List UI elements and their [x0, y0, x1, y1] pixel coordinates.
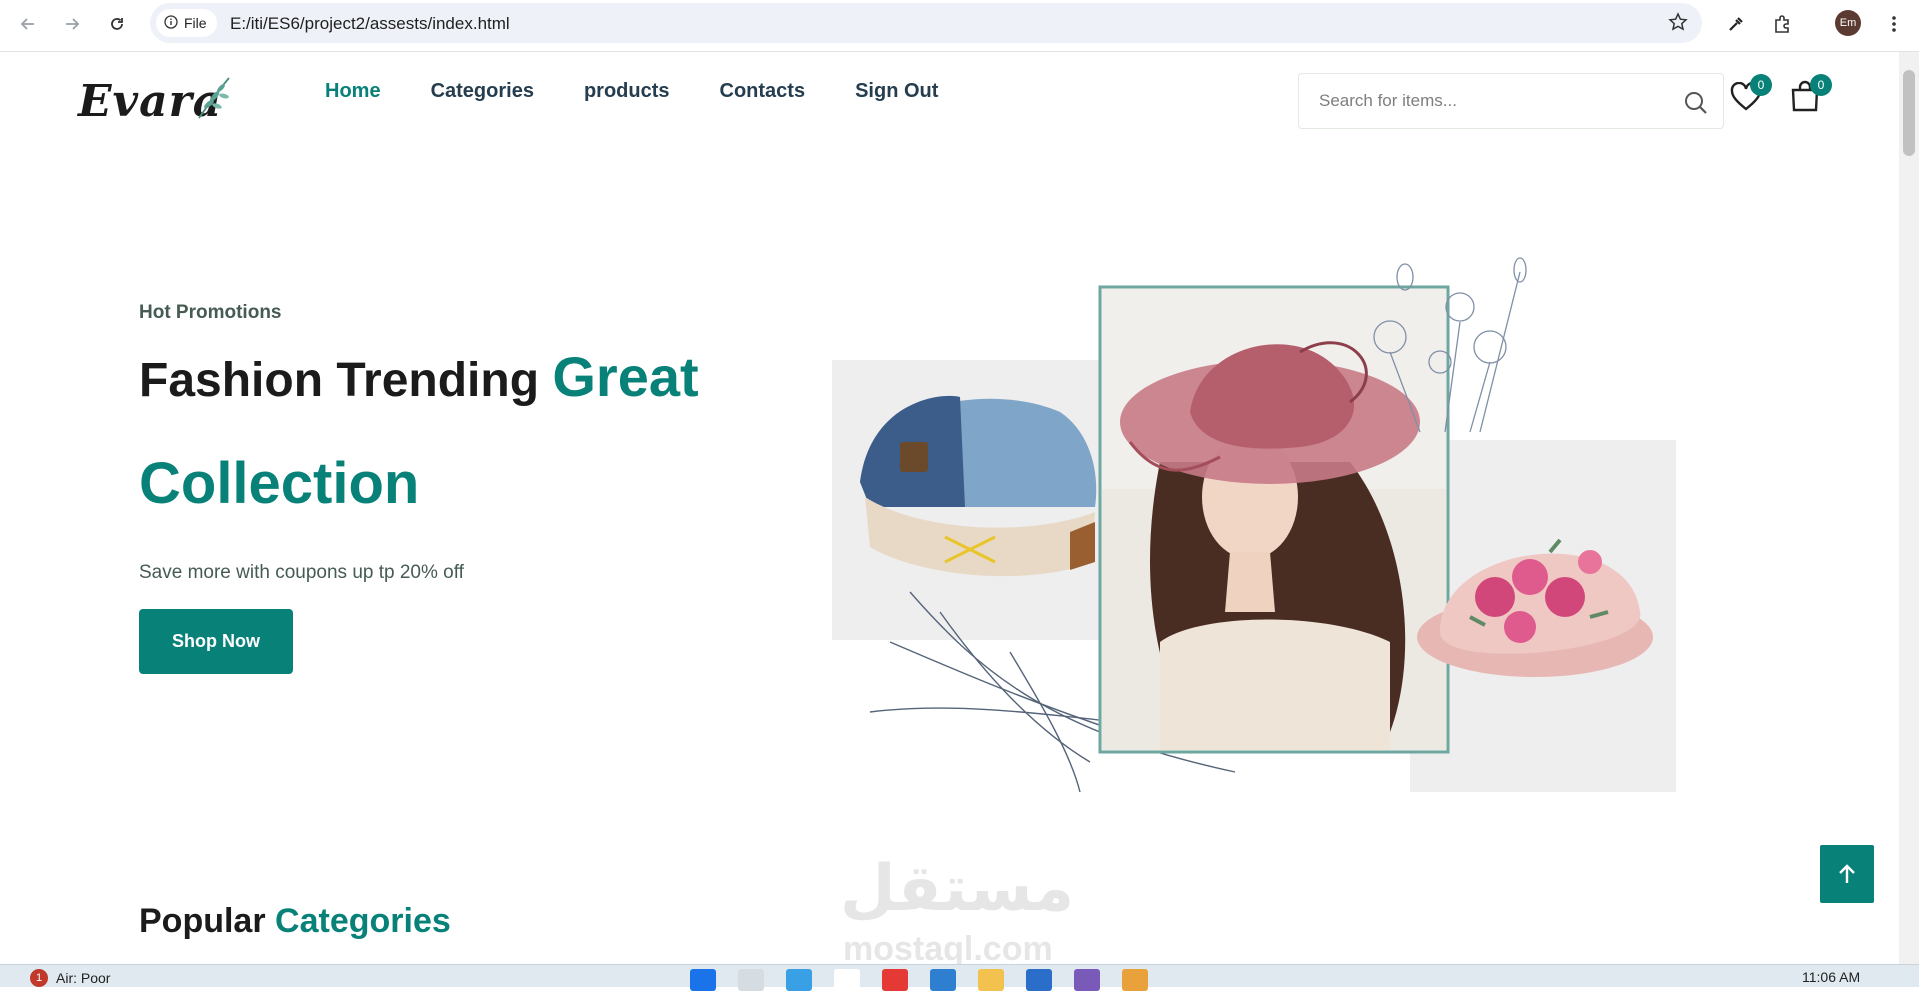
hero-title-dark: Fashion Trending: [139, 354, 540, 407]
url-text[interactable]: E:/iti/ES6/project2/assests/index.html: [230, 14, 510, 34]
info-icon: [164, 14, 178, 32]
nav-contacts[interactable]: Contacts: [720, 80, 806, 103]
browser-toolbar: File E:/iti/ES6/project2/assests/index.h…: [0, 0, 1919, 52]
search-taskbar-icon[interactable]: [738, 969, 764, 991]
woman-in-pink-hat-image: [1102, 289, 1446, 750]
os-taskbar: 1 Air: Poor 11:06 AM: [0, 964, 1919, 991]
app-icon[interactable]: [1074, 969, 1100, 991]
eyedropper-icon[interactable]: [1722, 10, 1750, 38]
back-icon[interactable]: [14, 10, 42, 38]
store-icon[interactable]: [1026, 969, 1052, 991]
star-icon[interactable]: [1668, 12, 1688, 37]
search-input[interactable]: [1299, 74, 1659, 128]
hero-title-line2: Collection: [139, 451, 420, 516]
forward-icon[interactable]: [58, 10, 86, 38]
reload-icon[interactable]: [103, 10, 131, 38]
wishlist-count-badge: 0: [1750, 74, 1772, 96]
watermark-latin: mostaql.com: [843, 930, 1053, 964]
site-info-chip[interactable]: File: [156, 9, 217, 37]
shop-now-button[interactable]: Shop Now: [139, 609, 293, 674]
page-scrollbar[interactable]: [1899, 52, 1919, 964]
weather-alert-badge: 1: [30, 969, 48, 987]
web-page: Evara Home Categories products Contacts …: [0, 52, 1899, 964]
nav-categories[interactable]: Categories: [431, 80, 534, 103]
nav-products[interactable]: products: [584, 80, 670, 103]
hero-title: Fashion Trending Great: [139, 344, 699, 409]
taskbar-clock[interactable]: 11:06 AM: [1802, 969, 1860, 985]
wishlist-button[interactable]: 0: [1730, 74, 1772, 117]
section-title-dark: Popular: [139, 902, 266, 940]
app-icon-2[interactable]: [1122, 969, 1148, 991]
scrollbar-thumb[interactable]: [1903, 70, 1915, 156]
nav-sign-out[interactable]: Sign Out: [855, 80, 938, 103]
denim-cap-image: [860, 395, 1097, 577]
weather-label: Air: Poor: [56, 970, 111, 986]
section-title: Popular Categories: [139, 902, 451, 941]
hero-title-green: Great: [552, 345, 699, 408]
extensions-icon[interactable]: [1768, 10, 1796, 38]
section-title-green: Categories: [275, 902, 451, 940]
search-icon[interactable]: [1683, 90, 1709, 121]
file-icon[interactable]: [834, 969, 860, 991]
hero-eyebrow: Hot Promotions: [139, 302, 282, 323]
cart-count-badge: 0: [1810, 74, 1832, 96]
watermark-arabic: مستقل: [840, 852, 1075, 926]
profile-avatar[interactable]: Em: [1835, 10, 1861, 36]
widgets-icon[interactable]: [786, 969, 812, 991]
search-box: [1298, 73, 1724, 129]
kebab-menu-icon[interactable]: [1880, 10, 1908, 38]
site-chip-label: File: [184, 15, 207, 31]
nav-home[interactable]: Home: [325, 80, 381, 103]
folder-icon[interactable]: [978, 969, 1004, 991]
start-icon[interactable]: [690, 969, 716, 991]
hero-collage-image: [832, 257, 1676, 792]
weather-widget[interactable]: 1 Air: Poor: [30, 969, 110, 987]
hero-subtitle: Save more with coupons up tp 20% off: [139, 562, 464, 583]
arrow-up-icon: [1839, 864, 1855, 883]
address-bar[interactable]: File E:/iti/ES6/project2/assests/index.h…: [150, 3, 1702, 43]
vscode-icon[interactable]: [930, 969, 956, 991]
main-nav: Home Categories products Contacts Sign O…: [325, 80, 938, 103]
chrome-icon[interactable]: [882, 969, 908, 991]
scroll-to-top-button[interactable]: [1820, 845, 1874, 903]
taskbar-apps: [690, 969, 1148, 991]
logo-leaf-icon: [195, 74, 233, 127]
cart-button[interactable]: 0: [1790, 74, 1832, 117]
